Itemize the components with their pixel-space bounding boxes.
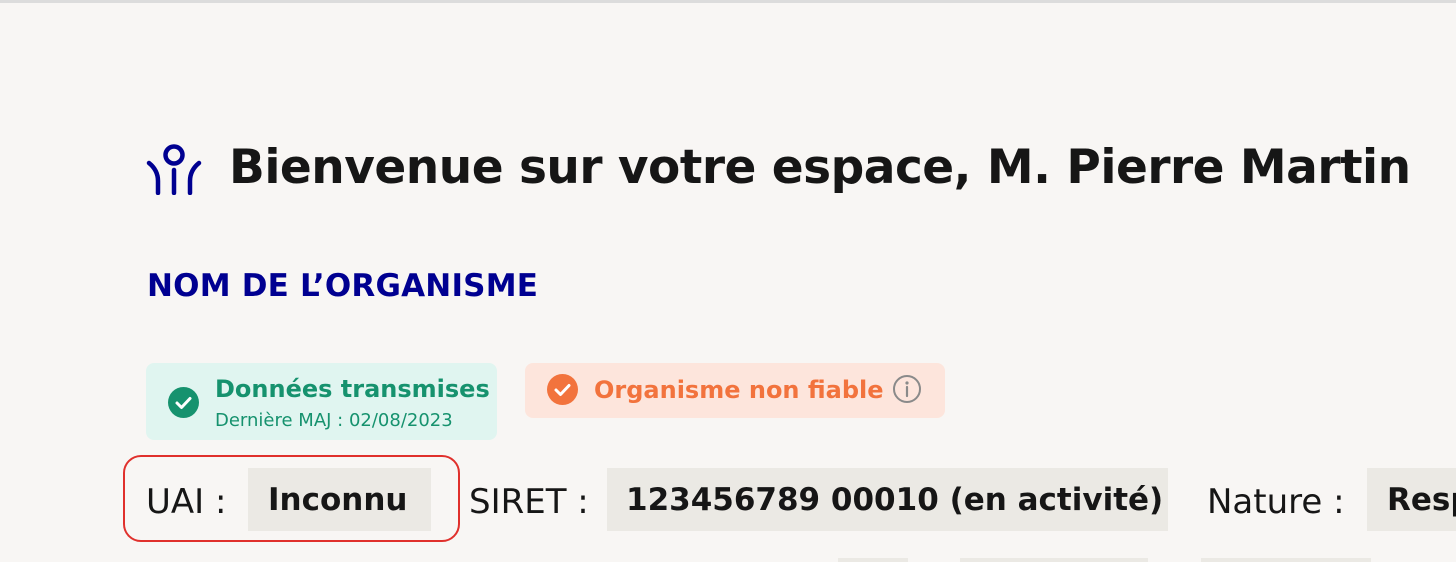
badge-title: Organisme non fiable [594,376,884,404]
info-icon[interactable] [892,374,922,404]
check-circle-icon [168,387,199,418]
organization-name: NOM DE L’ORGANISME [147,268,539,304]
siret-label: SIRET : [469,482,589,522]
siret-value: 123456789 00010 (en activité) [607,468,1168,531]
badge-last-update: Dernière MAJ : 02/08/2023 [215,410,453,431]
uai-label: UAI : [146,482,227,522]
person-arms-up-icon [146,143,202,195]
organization-unreliable-badge: Organisme non fiable [525,363,945,418]
uai-value: Inconnu [248,468,431,531]
nature-label: Nature : [1207,482,1345,522]
check-circle-icon [547,374,578,405]
next-row-chip [960,558,1148,562]
next-row-chip [1201,558,1371,562]
page-title: Bienvenue sur votre espace, M. Pierre Ma… [229,140,1411,195]
nature-value: Resp [1367,468,1456,531]
welcome-header: Bienvenue sur votre espace, M. Pierre Ma… [145,140,1411,195]
data-transmitted-badge: Données transmises Dernière MAJ : 02/08/… [146,363,497,440]
top-divider [0,0,1456,3]
next-row-chip [838,558,908,562]
badge-title: Données transmises [215,375,490,403]
